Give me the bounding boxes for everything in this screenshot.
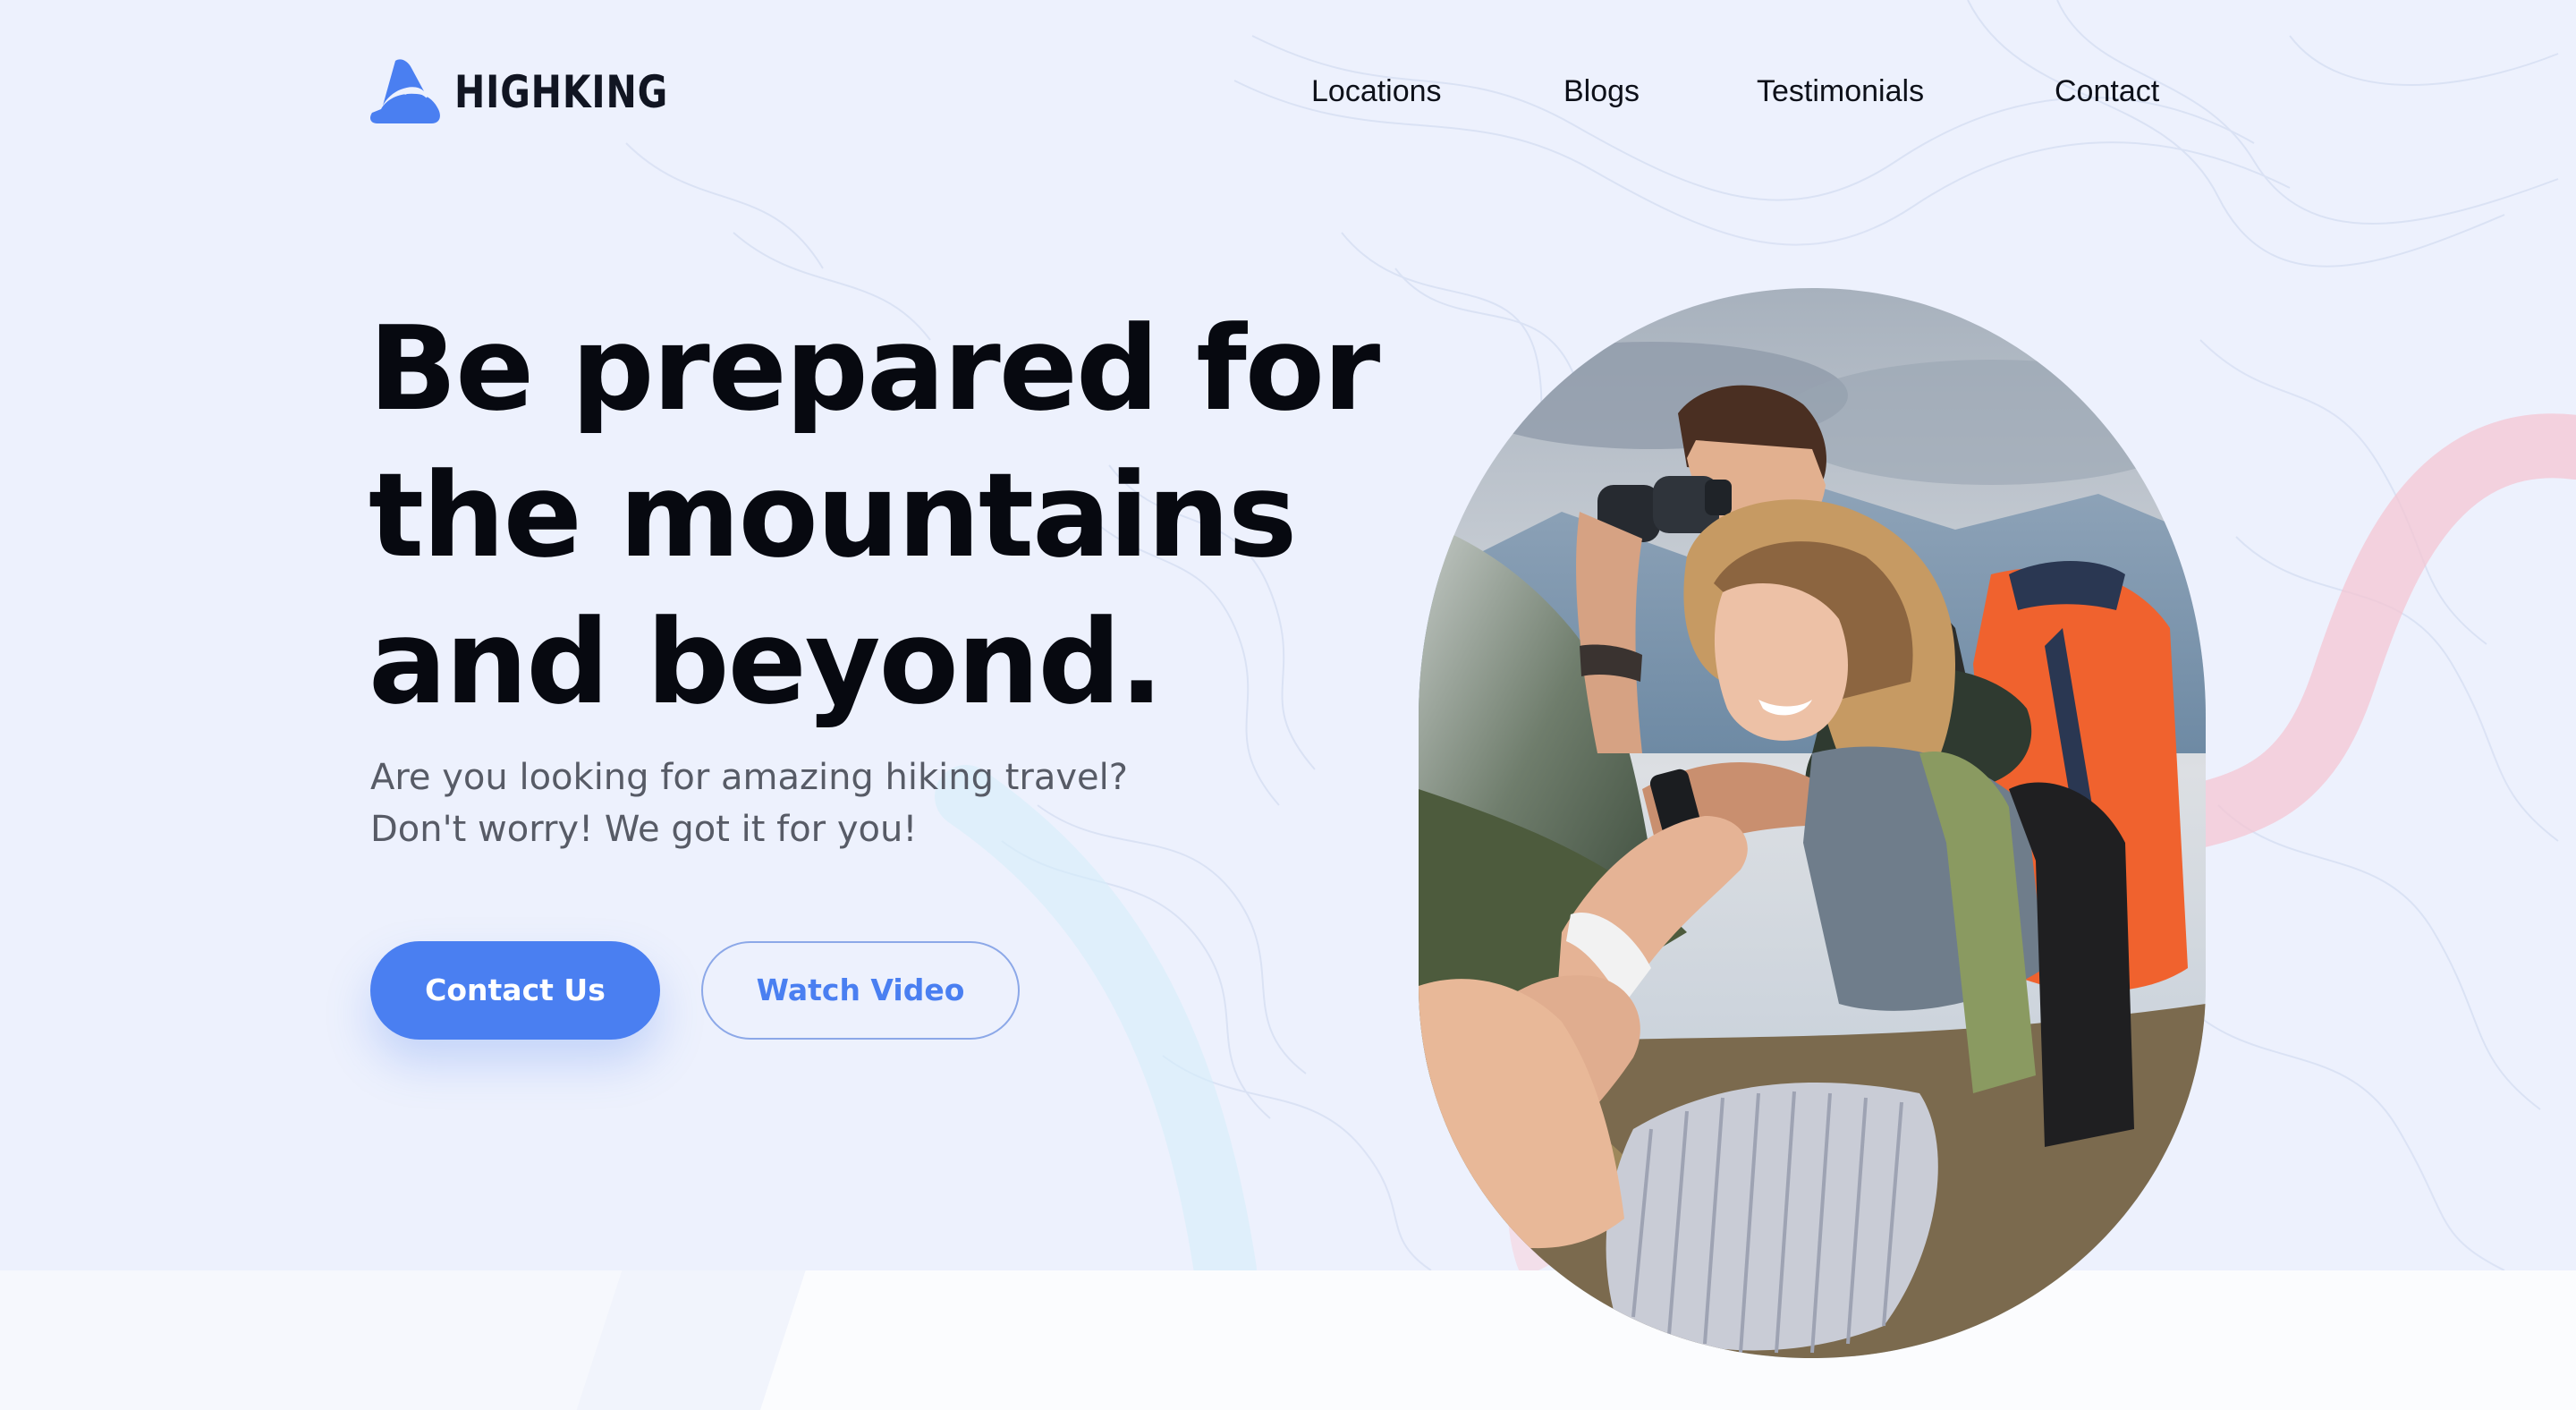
brand-logo[interactable]: HIGHKING — [369, 59, 716, 125]
brand-name: HIGHKING — [454, 66, 669, 118]
nav-item-testimonials[interactable]: Testimonials — [1757, 68, 1924, 115]
nav-item-locations[interactable]: Locations — [1311, 68, 1442, 115]
landing-page: HIGHKING Locations Blogs Testimonials Co… — [0, 0, 2576, 1410]
nav-item-contact[interactable]: Contact — [2055, 68, 2159, 115]
hero-subtitle-line: Are you looking for amazing hiking trave… — [370, 757, 1128, 798]
hero-title-line: the mountains — [369, 447, 1297, 583]
watch-video-button[interactable]: Watch Video — [701, 941, 1020, 1040]
hero-subtitle: Are you looking for amazing hiking trave… — [370, 752, 1175, 855]
hero-subtitle-line: Don't worry! We got it for you! — [370, 809, 918, 850]
hero-title: Be prepared for the mountains and beyond… — [369, 295, 1380, 735]
hero-title-line: Be prepared for — [369, 301, 1380, 437]
nav-item-blogs[interactable]: Blogs — [1563, 68, 1640, 115]
contact-us-button[interactable]: Contact Us — [370, 941, 660, 1040]
mountain-logo-icon — [370, 59, 440, 123]
hero-title-line: and beyond. — [369, 594, 1164, 730]
hikers-photo — [1419, 288, 2206, 1358]
